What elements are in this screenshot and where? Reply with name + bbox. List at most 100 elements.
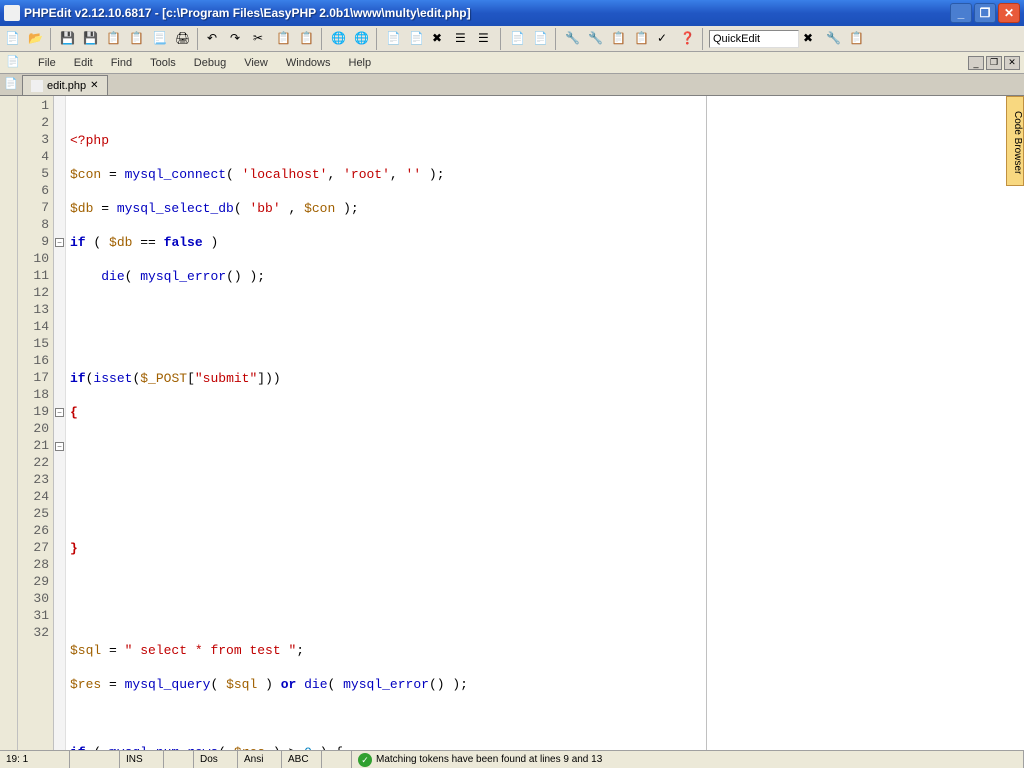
tb-btn-f2[interactable]: 🔧 (585, 28, 607, 50)
tb-btn-f3[interactable]: 📋 (608, 28, 630, 50)
menubar: 📄 File Edit Find Tools Debug View Window… (0, 52, 1024, 74)
tb-btn-5[interactable]: 📋 (103, 28, 125, 50)
menu-debug[interactable]: Debug (186, 55, 234, 71)
globe-icon: 🌐 (354, 31, 370, 47)
app-icon (4, 5, 20, 21)
encoding: Ansi (238, 751, 282, 768)
code-editor[interactable]: <?php $con = mysql_connect( 'localhost',… (66, 96, 1024, 750)
globe-icon: 🌐 (331, 31, 347, 47)
mdi-close-button[interactable]: ✕ (1004, 56, 1020, 70)
open-folder-icon: 📂 (28, 31, 44, 47)
copy-button[interactable]: 📋 (273, 28, 295, 50)
tab-close-icon[interactable]: ✕ (90, 80, 98, 91)
tb-btn-f4[interactable]: 📋 (631, 28, 653, 50)
tb-btn-d1[interactable]: 📄 (383, 28, 405, 50)
close-button[interactable]: ✕ (998, 3, 1020, 23)
window-titlebar: PHPEdit v2.12.10.6817 - [c:\Program File… (0, 0, 1024, 26)
minimize-button[interactable]: _ (950, 3, 972, 23)
statusbar: 19: 1 INS Dos Ansi ABC ✓Matching tokens … (0, 750, 1024, 768)
tb-btn-d3[interactable]: ✖ (429, 28, 451, 50)
tb-btn-6[interactable]: 📋 (126, 28, 148, 50)
help-button[interactable]: ❓ (677, 28, 699, 50)
print-icon: 🖨 (175, 31, 191, 47)
tb-btn-7[interactable]: 📃 (149, 28, 171, 50)
php-file-icon (31, 80, 43, 92)
redo-button[interactable]: ↷ (227, 28, 249, 50)
doc-icon: 📄 (4, 77, 20, 93)
save-button[interactable]: 💾 (57, 28, 79, 50)
tb-btn-d4[interactable]: ☰ (452, 28, 474, 50)
menu-windows[interactable]: Windows (278, 55, 339, 71)
cut-icon: ✂ (253, 31, 269, 47)
mdi-controls: _ ❐ ✕ (968, 56, 1020, 70)
menu-help[interactable]: Help (341, 55, 380, 71)
menu-find[interactable]: Find (103, 55, 140, 71)
tb-btn-e2[interactable]: 📄 (530, 28, 552, 50)
doc-icon: 📋 (129, 31, 145, 47)
doc-icon: 📄 (409, 31, 425, 47)
menu-file[interactable]: File (30, 55, 64, 71)
close-icon: ✖ (803, 31, 819, 47)
tb-btn-f1[interactable]: 🔧 (562, 28, 584, 50)
fold-marker-icon[interactable]: − (55, 408, 64, 417)
open-file-button[interactable]: 📂 (25, 28, 47, 50)
status-cell (70, 751, 120, 768)
mdi-restore-button[interactable]: ❐ (986, 56, 1002, 70)
line-number-gutter: 1234567891011121314151617181920212223242… (18, 96, 54, 750)
menu-tools[interactable]: Tools (142, 55, 184, 71)
menu-edit[interactable]: Edit (66, 55, 101, 71)
stop-icon: ✖ (432, 31, 448, 47)
code-browser-tab[interactable]: Code Browser (1006, 96, 1024, 186)
run-button[interactable]: 🌐 (328, 28, 350, 50)
fold-marker-icon[interactable]: − (55, 442, 64, 451)
tb-btn-r2[interactable]: 🌐 (351, 28, 373, 50)
tb-btn-d5[interactable]: ☰ (475, 28, 497, 50)
status-cell (322, 751, 352, 768)
spellcheck-status: ABC (282, 751, 322, 768)
print-margin (706, 96, 707, 750)
list-icon: ☰ (455, 31, 471, 47)
status-cell (164, 751, 194, 768)
cut-button[interactable]: ✂ (250, 28, 272, 50)
menu-view[interactable]: View (236, 55, 276, 71)
tb-btn-e1[interactable]: 📄 (507, 28, 529, 50)
spellcheck-icon: ✓ (657, 31, 673, 47)
paste-button[interactable]: 📋 (296, 28, 318, 50)
fold-marker-icon[interactable]: − (55, 238, 64, 247)
redo-icon: ↷ (230, 31, 246, 47)
ok-icon: ✓ (358, 753, 372, 767)
print-button[interactable]: 🖨 (172, 28, 194, 50)
undo-button[interactable]: ↶ (204, 28, 226, 50)
tool-icon: 🔧 (826, 31, 842, 47)
tb-btn-f5[interactable]: ✓ (654, 28, 676, 50)
tb-btn-g3[interactable]: 📋 (846, 28, 868, 50)
doc-icon: 📄 (533, 31, 549, 47)
mdi-minimize-button[interactable]: _ (968, 56, 984, 70)
tb-btn-g1[interactable]: ✖ (800, 28, 822, 50)
fold-strip: − − − (54, 96, 66, 750)
quickedit-input[interactable] (709, 30, 799, 48)
app-menu-icon: 📄 (6, 55, 22, 71)
tool-icon: 🔧 (565, 31, 581, 47)
doc-icon: 📄 (510, 31, 526, 47)
paste-icon: 📋 (299, 31, 315, 47)
editor-area: 1234567891011121314151617181920212223242… (0, 96, 1024, 750)
tab-editphp[interactable]: edit.php ✕ (22, 75, 108, 95)
tab-label: edit.php (47, 80, 86, 92)
line-ending: Dos (194, 751, 238, 768)
maximize-button[interactable]: ❐ (974, 3, 996, 23)
main-toolbar: 📄 📂 💾 💾 📋 📋 📃 🖨 ↶ ↷ ✂ 📋 📋 🌐 🌐 📄 📄 ✖ ☰ ☰ … (0, 26, 1024, 52)
tool-icon: 📋 (611, 31, 627, 47)
save-all-button[interactable]: 💾 (80, 28, 102, 50)
tool-icon: 🔧 (588, 31, 604, 47)
new-file-button[interactable]: 📄 (2, 28, 24, 50)
list-icon: ☰ (478, 31, 494, 47)
tb-btn-d2[interactable]: 📄 (406, 28, 428, 50)
save-icon: 💾 (60, 31, 76, 47)
copy-icon: 📋 (276, 31, 292, 47)
new-file-icon: 📄 (5, 31, 21, 47)
help-icon: ❓ (680, 31, 696, 47)
doc-icon: 📋 (106, 31, 122, 47)
tb-btn-g2[interactable]: 🔧 (823, 28, 845, 50)
doc-icon: 📃 (152, 31, 168, 47)
